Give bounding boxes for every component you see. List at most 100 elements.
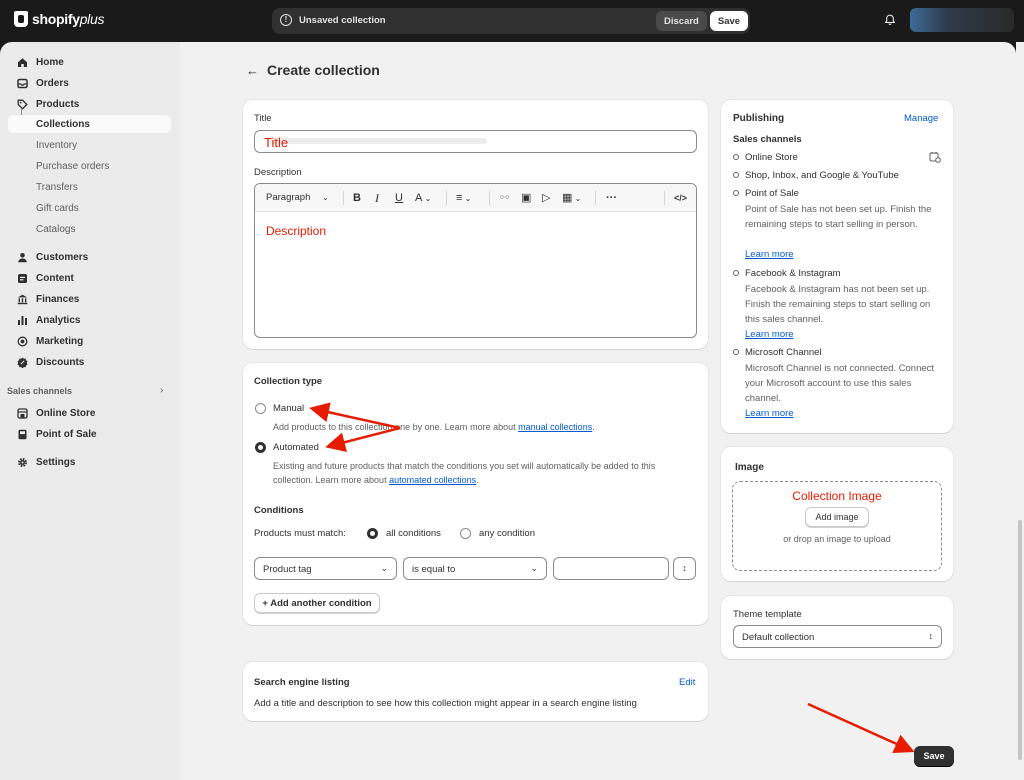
chevron-right-icon[interactable]: › [160, 385, 163, 396]
blurred-text [269, 138, 487, 144]
all-conditions-label[interactable]: all conditions [386, 528, 441, 539]
back-arrow-icon[interactable]: ← [246, 63, 259, 78]
pos-learn-more-link[interactable]: Learn more [745, 249, 794, 260]
more-icon[interactable]: ··· [606, 191, 617, 205]
sidebar-item-analytics[interactable]: Analytics [8, 310, 171, 330]
title-label: Title [254, 113, 272, 124]
theme-template-select[interactable]: Default collection ↕ [733, 625, 942, 648]
align-icon[interactable]: ≡ ⌄ [456, 191, 471, 205]
title-annotation: Title [264, 135, 289, 150]
link-icon[interactable]: ⚯ [500, 191, 509, 205]
text-color-icon[interactable]: A ⌄ [415, 191, 431, 205]
save-button[interactable]: Save [914, 746, 954, 766]
publishing-heading: Publishing [733, 113, 785, 124]
seo-heading: Search engine listing [254, 677, 350, 688]
sidebar-item-orders[interactable]: Orders [8, 73, 171, 93]
toolbar-divider [664, 191, 665, 205]
automated-radio[interactable] [255, 442, 266, 453]
drop-hint: or drop an image to upload [783, 534, 891, 544]
orders-icon [17, 78, 28, 88]
scrollbar-thumb[interactable] [1018, 520, 1022, 760]
pos-description: Point of Sale has not been set up. Finis… [745, 204, 932, 230]
manual-radio[interactable] [255, 403, 266, 414]
content-icon [18, 273, 27, 283]
description-editor[interactable]: Paragraph ⌄ B I U A ⌄ ≡ ⌄ ⚯ ▣ ▷ ▦ ⌄ ··· … [254, 183, 697, 338]
chevron-down-icon: ⌄ [380, 563, 388, 573]
seo-edit-link[interactable]: Edit [679, 677, 695, 688]
sidebar-item-label: Products [36, 98, 80, 110]
all-conditions-radio[interactable] [367, 528, 378, 539]
sidebar-item-label: Customers [36, 251, 89, 263]
sidebar-item-catalogs[interactable]: Catalogs [36, 220, 75, 238]
sidebar-item-collections[interactable]: Collections [8, 115, 171, 133]
sidebar-item-settings[interactable]: Settings [8, 452, 171, 472]
chevron-down-icon[interactable]: ⌄ [322, 191, 329, 205]
chevron-updown-icon: ↕ [928, 631, 934, 641]
description-annotation: Description [266, 224, 327, 238]
chevron-down-icon: ⌄ [530, 563, 538, 573]
discard-button[interactable]: Discard [656, 11, 707, 31]
gear-icon [17, 457, 28, 467]
sidebar-item-marketing[interactable]: Marketing [8, 331, 171, 351]
sidebar-item-label: Home [36, 56, 64, 68]
account-avatar[interactable] [910, 8, 1014, 32]
sidebar-item-customers[interactable]: Customers [8, 247, 171, 267]
bold-icon[interactable]: B [353, 191, 361, 205]
video-icon[interactable]: ▷ [542, 191, 550, 205]
condition-value-input[interactable] [553, 557, 669, 580]
shopify-logo[interactable]: shopifyplus [14, 11, 104, 27]
sidebar-item-finances[interactable]: Finances [8, 289, 171, 309]
fb-learn-more-link[interactable]: Learn more [745, 329, 794, 340]
sidebar-item-home[interactable]: Home [8, 52, 171, 72]
status-dot [733, 190, 739, 196]
condition-stepper[interactable]: ↕ [673, 557, 696, 580]
manual-help-text: Add products to this collection one by o… [273, 422, 519, 432]
italic-icon[interactable]: I [375, 191, 379, 205]
manual-help: Add products to this collection one by o… [273, 422, 595, 432]
condition-field-select[interactable]: Product tag ⌄ [254, 557, 397, 580]
any-condition-label[interactable]: any condition [479, 528, 535, 539]
title-input[interactable]: Title [254, 130, 697, 153]
underline-icon[interactable]: U [395, 191, 403, 205]
automated-collections-link[interactable]: automated collections [389, 475, 476, 485]
sidebar-item-label: Discounts [36, 356, 85, 368]
channel-shop: Shop, Inbox, and Google & YouTube [733, 170, 899, 181]
automated-label[interactable]: Automated [273, 442, 319, 453]
status-dot [733, 154, 739, 160]
sidebar-item-gift-cards[interactable]: Gift cards [36, 199, 79, 217]
channel-microsoft: Microsoft Channel [733, 347, 822, 358]
condition-operator-select[interactable]: is equal to ⌄ [403, 557, 547, 580]
any-condition-radio[interactable] [460, 528, 471, 539]
toolbar-divider [343, 191, 344, 205]
manual-label[interactable]: Manual [273, 403, 304, 414]
sidebar-item-label: Content [36, 272, 74, 284]
channel-point-of-sale: Point of Sale [733, 188, 799, 199]
sales-channels-heading[interactable]: Sales channels [7, 386, 72, 396]
sidebar-item-products[interactable]: Products [8, 94, 171, 114]
sidebar-item-discounts[interactable]: Discounts [8, 352, 171, 372]
sidebar-item-purchase-orders[interactable]: Purchase orders [36, 157, 109, 175]
paragraph-select[interactable]: Paragraph [266, 191, 310, 205]
sidebar-item-point-of-sale[interactable]: Point of Sale [8, 424, 171, 444]
sidebar-item-content[interactable]: Content [8, 268, 171, 288]
add-condition-button[interactable]: + Add another condition [254, 593, 380, 613]
ms-learn-more-link[interactable]: Learn more [745, 408, 794, 419]
unsaved-changes-bar: ! Unsaved collection Discard Save [272, 8, 750, 34]
code-icon[interactable]: </> [674, 191, 687, 205]
save-button-top[interactable]: Save [710, 11, 748, 31]
sidebar-item-inventory[interactable]: Inventory [36, 136, 77, 154]
add-image-button[interactable]: Add image [805, 507, 869, 527]
description-label: Description [254, 167, 302, 178]
table-icon[interactable]: ▦ ⌄ [562, 191, 581, 205]
sales-channels-label: Sales channels [733, 134, 802, 145]
manual-collections-link[interactable]: manual collections [518, 422, 592, 432]
calendar-schedule-icon[interactable] [929, 151, 941, 163]
sidebar-item-transfers[interactable]: Transfers [36, 178, 78, 196]
sidebar-item-online-store[interactable]: Online Store [8, 403, 171, 423]
image-icon[interactable]: ▣ [521, 191, 531, 205]
theme-template-value: Default collection [742, 632, 815, 643]
bell-icon[interactable] [884, 14, 896, 26]
channel-name: Facebook & Instagram [745, 268, 841, 279]
status-dot [733, 172, 739, 178]
manage-link[interactable]: Manage [904, 113, 938, 124]
